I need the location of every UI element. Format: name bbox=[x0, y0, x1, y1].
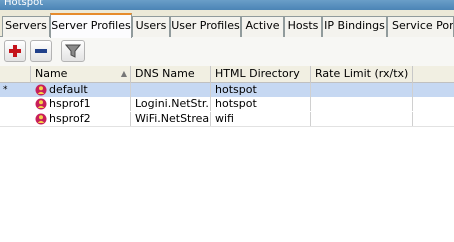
tab-active[interactable]: Active bbox=[241, 16, 284, 37]
tab-strip: Servers Server Profiles Users User Profi… bbox=[0, 10, 454, 38]
header-flag-column[interactable] bbox=[0, 66, 31, 83]
toolbar bbox=[0, 37, 454, 66]
cell-rate-limit bbox=[311, 83, 413, 97]
cell-html-directory: hotspot bbox=[211, 97, 311, 111]
tab-servers[interactable]: Servers bbox=[2, 16, 50, 37]
add-button[interactable] bbox=[4, 40, 26, 62]
table-row-hsprof2[interactable]: hsprof2 WiFi.NetStrea... wifi bbox=[0, 112, 454, 126]
tab-users[interactable]: Users bbox=[132, 16, 170, 37]
cell-name: hsprof1 bbox=[31, 97, 131, 111]
tab-user-profiles[interactable]: User Profiles bbox=[170, 16, 241, 37]
header-name-label: Name bbox=[35, 67, 68, 80]
cell-dns-name: Logini.NetStr... bbox=[131, 97, 211, 111]
cell-dns-name bbox=[131, 83, 211, 97]
minus-icon bbox=[35, 49, 47, 53]
cell-html-directory: wifi bbox=[211, 112, 311, 126]
table-header: Name ▲ DNS Name HTML Directory Rate Limi… bbox=[0, 66, 454, 83]
header-html-directory[interactable]: HTML Directory bbox=[211, 66, 311, 83]
tab-service-ports[interactable]: Service Ports bbox=[387, 16, 454, 37]
cell-html-directory: hotspot bbox=[211, 83, 311, 97]
cell-dns-name: WiFi.NetStrea... bbox=[131, 112, 211, 126]
row-flag: * bbox=[3, 85, 8, 95]
name-text: hsprof1 bbox=[49, 97, 91, 110]
plus-icon bbox=[9, 45, 21, 57]
window-title: Hotspot bbox=[4, 0, 44, 8]
remove-button[interactable] bbox=[30, 40, 52, 62]
tab-hosts[interactable]: Hosts bbox=[284, 16, 322, 37]
window-titlebar: Hotspot bbox=[0, 0, 454, 10]
cell-rate-limit bbox=[311, 97, 413, 111]
hotspot-profile-icon bbox=[35, 84, 47, 96]
header-filler bbox=[413, 66, 454, 83]
name-text: default bbox=[49, 83, 88, 96]
cell-rate-limit bbox=[311, 112, 413, 126]
cell-name: hsprof2 bbox=[31, 112, 131, 126]
table-row-hsprof1[interactable]: hsprof1 Logini.NetStr... hotspot bbox=[0, 97, 454, 111]
hotspot-profile-icon bbox=[35, 98, 47, 110]
name-text: hsprof2 bbox=[49, 112, 91, 125]
hotspot-profile-icon bbox=[35, 113, 47, 125]
header-rate-limit[interactable]: Rate Limit (rx/tx) bbox=[311, 66, 413, 83]
cell-name: default bbox=[31, 83, 131, 97]
filter-button[interactable] bbox=[61, 40, 85, 62]
tab-server-profiles[interactable]: Server Profiles bbox=[50, 13, 132, 38]
row-divider bbox=[0, 126, 454, 127]
header-name[interactable]: Name ▲ bbox=[31, 66, 131, 83]
header-dns-name[interactable]: DNS Name bbox=[131, 66, 211, 83]
table-row-default[interactable]: * default hotspot bbox=[0, 83, 454, 97]
sort-ascending-icon: ▲ bbox=[120, 69, 127, 78]
tab-ip-bindings[interactable]: IP Bindings bbox=[322, 16, 387, 37]
filter-icon bbox=[65, 44, 81, 58]
profiles-table: Name ▲ DNS Name HTML Directory Rate Limi… bbox=[0, 66, 454, 242]
